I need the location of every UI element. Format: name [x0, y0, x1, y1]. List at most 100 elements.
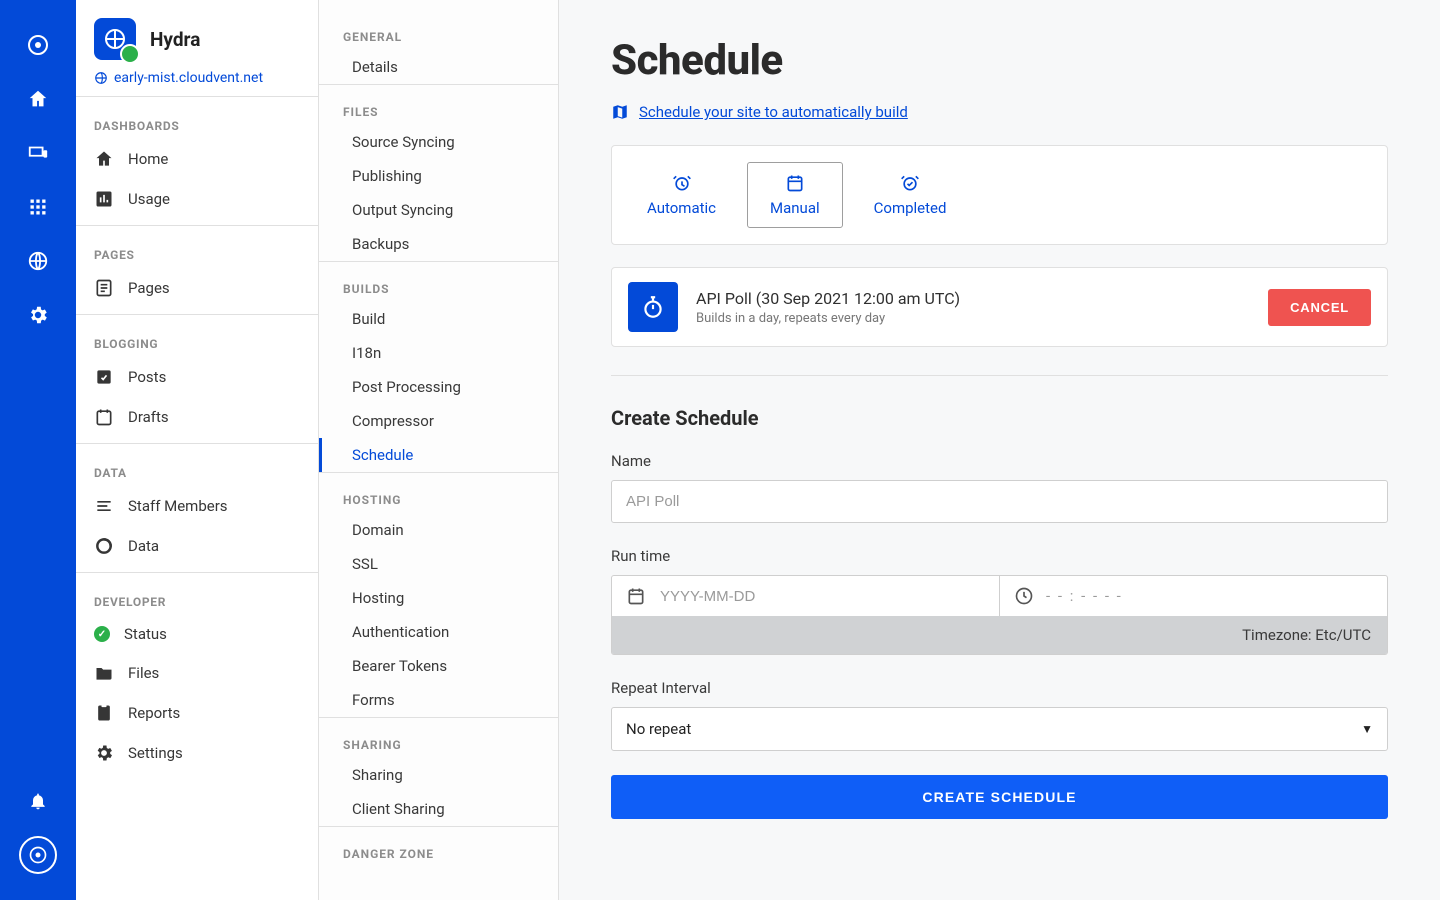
settings-item-client-sharing[interactable]: Client Sharing	[319, 792, 558, 826]
settings-item-i18n[interactable]: I18n	[319, 336, 558, 370]
settings-group-hosting: HOSTING	[319, 472, 558, 513]
sidebar-item-label: Home	[128, 150, 168, 168]
sidebar-item-data[interactable]: Data	[76, 526, 318, 566]
alarm-check-icon	[900, 173, 920, 193]
sidebar-item-label: Reports	[128, 704, 180, 722]
rail-globe-icon[interactable]	[17, 240, 59, 282]
site-url[interactable]: early-mist.cloudvent.net	[94, 70, 300, 86]
repeat-interval-select[interactable]: No repeat ▼	[611, 707, 1388, 751]
rail-notifications-icon[interactable]	[17, 780, 59, 822]
settings-item-domain[interactable]: Domain	[319, 513, 558, 547]
run-date-input[interactable]	[658, 587, 985, 606]
settings-item-details[interactable]: Details	[319, 50, 558, 84]
doc-link-row: Schedule your site to automatically buil…	[611, 103, 1388, 121]
name-label: Name	[611, 452, 1388, 470]
settings-item-output-syncing[interactable]: Output Syncing	[319, 193, 558, 227]
settings-item-sharing[interactable]: Sharing	[319, 758, 558, 792]
rail-account-icon[interactable]	[17, 834, 59, 876]
create-schedule-button[interactable]: CREATE SCHEDULE	[611, 775, 1388, 819]
sidebar-item-label: Data	[128, 537, 159, 555]
site-sidebar: Hydra early-mist.cloudvent.net DASHBOARD…	[76, 0, 319, 900]
settings-item-authentication[interactable]: Authentication	[319, 615, 558, 649]
status-ok-icon	[94, 626, 110, 642]
settings-item-bearer-tokens[interactable]: Bearer Tokens	[319, 649, 558, 683]
scheduled-build-row: API Poll (30 Sep 2021 12:00 am UTC) Buil…	[611, 267, 1388, 347]
settings-item-hosting[interactable]: Hosting	[319, 581, 558, 615]
rail-home-icon[interactable]	[17, 78, 59, 120]
settings-nav: GENERAL Details FILES Source Syncing Pub…	[319, 0, 559, 900]
settings-item-schedule[interactable]: Schedule	[319, 438, 558, 472]
tab-automatic[interactable]: Automatic	[624, 162, 739, 228]
settings-item-post-processing[interactable]: Post Processing	[319, 370, 558, 404]
cancel-schedule-button[interactable]: CANCEL	[1268, 289, 1371, 326]
scheduled-title: API Poll (30 Sep 2021 12:00 am UTC)	[696, 289, 1250, 308]
tab-completed[interactable]: Completed	[851, 162, 970, 228]
settings-group-danger: DANGER ZONE	[319, 826, 558, 867]
run-time-input[interactable]: - - : - - - -	[1046, 587, 1123, 605]
settings-item-compressor[interactable]: Compressor	[319, 404, 558, 438]
sidebar-item-label: Pages	[128, 279, 170, 297]
settings-item-backups[interactable]: Backups	[319, 227, 558, 261]
sidebar-item-settings[interactable]: Settings	[76, 733, 318, 773]
sidebar-item-drafts[interactable]: Drafts	[76, 397, 318, 437]
calendar-icon	[785, 173, 805, 193]
site-url-link[interactable]: early-mist.cloudvent.net	[114, 70, 263, 86]
tab-label: Completed	[874, 199, 947, 217]
calendar-icon	[626, 586, 646, 606]
settings-item-forms[interactable]: Forms	[319, 683, 558, 717]
sidebar-item-files[interactable]: Files	[76, 653, 318, 693]
runtime-label: Run time	[611, 547, 1388, 565]
sidebar-item-home[interactable]: Home	[76, 139, 318, 179]
divider	[611, 375, 1388, 376]
rail-settings-icon[interactable]	[17, 294, 59, 336]
settings-item-publishing[interactable]: Publishing	[319, 159, 558, 193]
sidebar-item-staff[interactable]: Staff Members	[76, 486, 318, 526]
doc-link[interactable]: Schedule your site to automatically buil…	[639, 103, 908, 121]
site-header: Hydra early-mist.cloudvent.net	[76, 0, 318, 97]
sidebar-item-status[interactable]: Status	[76, 615, 318, 653]
page-title: Schedule	[611, 36, 1388, 85]
sidebar-item-label: Staff Members	[128, 497, 228, 515]
settings-item-ssl[interactable]: SSL	[319, 547, 558, 581]
map-icon	[611, 103, 629, 121]
rail-apps-icon[interactable]	[17, 186, 59, 228]
icon-rail	[0, 0, 76, 900]
settings-group-general: GENERAL	[319, 24, 558, 50]
settings-group-sharing: SHARING	[319, 717, 558, 758]
sidebar-item-label: Drafts	[128, 408, 169, 426]
alarm-icon	[672, 173, 692, 193]
timezone-label: Timezone: Etc/UTC	[612, 616, 1387, 654]
settings-item-build[interactable]: Build	[319, 302, 558, 336]
rail-devices-icon[interactable]	[17, 132, 59, 174]
site-badge-icon	[94, 18, 136, 60]
sidebar-item-posts[interactable]: Posts	[76, 357, 318, 397]
sidebar-item-pages[interactable]: Pages	[76, 268, 318, 308]
site-name: Hydra	[150, 28, 200, 51]
sidebar-item-label: Posts	[128, 368, 166, 386]
create-schedule-heading: Create Schedule	[611, 406, 1388, 430]
sidebar-heading-developer: DEVELOPER	[76, 579, 318, 615]
sidebar-heading-pages: PAGES	[76, 232, 318, 268]
sidebar-item-usage[interactable]: Usage	[76, 179, 318, 219]
settings-group-builds: BUILDS	[319, 261, 558, 302]
sidebar-heading-data: DATA	[76, 450, 318, 486]
org-logo-icon[interactable]	[17, 24, 59, 66]
chevron-down-icon: ▼	[1361, 722, 1373, 736]
schedule-tabs: Automatic Manual Completed	[611, 145, 1388, 245]
main-content: Schedule Schedule your site to automatic…	[559, 0, 1440, 900]
schedule-name-input[interactable]	[611, 480, 1388, 523]
sidebar-item-label: Status	[124, 625, 167, 643]
clock-icon	[1014, 586, 1034, 606]
scheduled-subtitle: Builds in a day, repeats every day	[696, 311, 1250, 326]
sidebar-heading-dashboards: DASHBOARDS	[76, 103, 318, 139]
sidebar-item-label: Files	[128, 664, 159, 682]
tab-label: Manual	[770, 199, 820, 217]
sidebar-item-label: Usage	[128, 190, 170, 208]
settings-item-source-syncing[interactable]: Source Syncing	[319, 125, 558, 159]
tab-label: Automatic	[647, 199, 716, 217]
stopwatch-icon	[628, 282, 678, 332]
tab-manual[interactable]: Manual	[747, 162, 843, 228]
sidebar-item-reports[interactable]: Reports	[76, 693, 318, 733]
sidebar-heading-blogging: BLOGGING	[76, 321, 318, 357]
sidebar-item-label: Settings	[128, 744, 183, 762]
